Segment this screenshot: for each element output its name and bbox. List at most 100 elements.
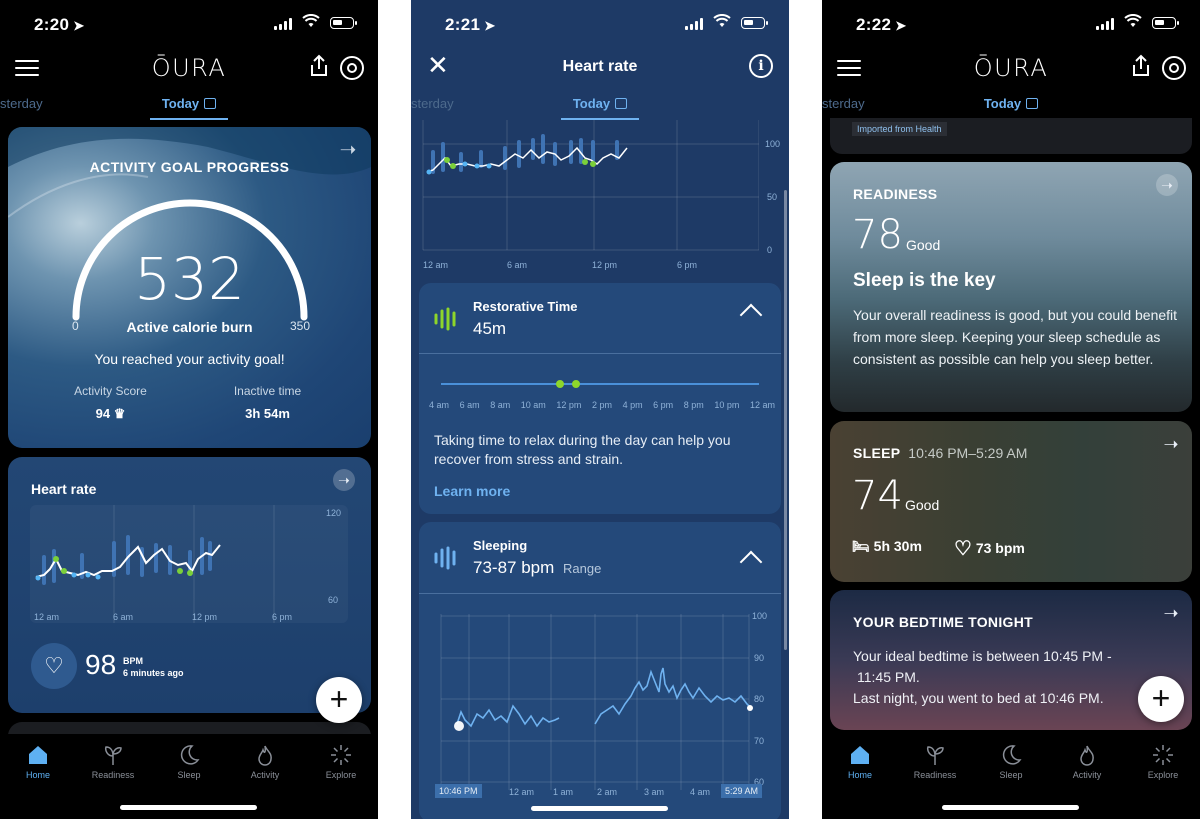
hr-x-tick: 6 pm bbox=[272, 612, 293, 622]
sleeping-label: Sleeping bbox=[473, 538, 528, 553]
inactive-time-value: 3h 54m bbox=[245, 406, 290, 421]
sprout-icon bbox=[927, 746, 944, 765]
battery-icon bbox=[330, 17, 357, 29]
moon-icon bbox=[180, 745, 200, 765]
sprout-icon bbox=[105, 746, 122, 765]
add-button[interactable]: + bbox=[1138, 676, 1184, 722]
heart-rate-card[interactable]: ➝ Heart rate 120 60 12 am 6 am 12 pm 6 p… bbox=[8, 457, 371, 713]
sleep-header: SLEEP 10:46 PM–5:29 AM bbox=[853, 445, 1028, 461]
heart-rate-mini-chart bbox=[30, 505, 348, 623]
top-bar: ✕ Heart rate i bbox=[411, 48, 789, 88]
nav-activity[interactable]: Activity bbox=[235, 744, 295, 780]
date-tabs: sterday Today bbox=[0, 92, 378, 120]
tab-yesterday[interactable]: sterday bbox=[411, 96, 454, 111]
share-icon[interactable] bbox=[308, 54, 330, 78]
timeline-tick: 12 pm bbox=[556, 400, 582, 410]
explore-icon bbox=[1153, 745, 1173, 765]
sleep-x-tick: 12 am bbox=[509, 787, 535, 797]
restorative-time-card: Restorative Time 45m 4 am 6 am 8 am 10 a… bbox=[419, 283, 781, 514]
heart-icon: ♡ bbox=[954, 538, 972, 560]
heart-icon: ♡ bbox=[44, 653, 64, 678]
timeline-tick: 2 pm bbox=[591, 400, 612, 410]
tab-today[interactable]: Today bbox=[972, 96, 1050, 111]
collapse-chevron-icon[interactable] bbox=[739, 303, 763, 327]
sleeping-hr-chart bbox=[440, 614, 753, 790]
nav-sleep[interactable]: Sleep bbox=[159, 744, 219, 780]
tab-yesterday[interactable]: sterday bbox=[822, 96, 865, 111]
nav-explore[interactable]: Explore bbox=[311, 744, 371, 780]
moon-icon bbox=[1002, 745, 1022, 765]
share-icon[interactable] bbox=[1130, 54, 1152, 78]
calendar-icon bbox=[204, 98, 217, 109]
open-heart-rate-arrow-icon[interactable]: ➝ bbox=[333, 469, 355, 491]
hr-x-tick: 12 am bbox=[34, 612, 60, 622]
heart-rate-mini-svg bbox=[35, 505, 275, 623]
sleep-card[interactable]: ➝ SLEEP 10:46 PM–5:29 AM 74 Good 🛏︎ 5h 3… bbox=[830, 421, 1192, 582]
nav-readiness[interactable]: Readiness bbox=[83, 744, 143, 780]
day-y-tick: 0 bbox=[767, 245, 773, 255]
nav-activity[interactable]: Activity bbox=[1057, 744, 1117, 780]
day-x-tick: 6 pm bbox=[677, 260, 698, 270]
hr-y-tick-low: 60 bbox=[328, 595, 339, 605]
goal-message: You reached your activity goal! bbox=[94, 351, 285, 367]
tab-today[interactable]: Today bbox=[150, 96, 228, 111]
bedtime-card[interactable]: ➝ YOUR BEDTIME TONIGHT Your ideal bedtim… bbox=[830, 590, 1192, 730]
open-readiness-arrow-icon[interactable]: ➝ bbox=[1156, 174, 1178, 196]
add-button[interactable]: + bbox=[316, 677, 362, 723]
date-tabs: sterday Today bbox=[822, 92, 1200, 120]
activity-title: ACTIVITY GOAL PROGRESS bbox=[89, 159, 290, 175]
readiness-score: 78 bbox=[852, 212, 903, 258]
nav-sleep[interactable]: Sleep bbox=[981, 744, 1041, 780]
wifi-icon bbox=[713, 14, 731, 27]
sleep-start-label: 10:46 PM bbox=[435, 784, 482, 798]
sleep-y-tick: 70 bbox=[754, 736, 765, 746]
bed-icon: 🛏︎ bbox=[852, 538, 870, 554]
info-icon[interactable]: i bbox=[749, 54, 773, 78]
ring-status-icon[interactable] bbox=[340, 56, 364, 80]
status-time: 2:20 ➤ bbox=[34, 15, 85, 34]
date-tabs: sterday Today bbox=[411, 92, 789, 120]
timeline-tick: 10 am bbox=[520, 400, 546, 410]
timeline-tick: 10 pm bbox=[714, 400, 740, 410]
nav-readiness[interactable]: Readiness bbox=[905, 744, 965, 780]
day-y-tick: 50 bbox=[767, 192, 778, 202]
crown-icon: ♛ bbox=[113, 406, 126, 421]
open-activity-arrow-icon[interactable]: ➝ bbox=[337, 139, 359, 161]
battery-icon bbox=[1152, 17, 1179, 29]
nav-explore[interactable]: Explore bbox=[1133, 744, 1193, 780]
explore-icon bbox=[331, 745, 351, 765]
activity-goal-card[interactable]: ➝ ACTIVITY GOAL PROGRESS 0 350 532 Activ… bbox=[8, 127, 371, 448]
tab-today[interactable]: Today bbox=[561, 96, 639, 111]
screen-heart-rate-detail: 2:21 ➤ ✕ Heart rate i sterday Today 100 5… bbox=[411, 0, 789, 819]
cellular-signal-icon bbox=[274, 18, 292, 30]
readiness-card[interactable]: ➝ READINESS 78 Good Sleep is the key You… bbox=[830, 162, 1192, 412]
home-indicator bbox=[120, 805, 257, 810]
day-chart-svg bbox=[422, 120, 760, 251]
divider bbox=[419, 353, 781, 354]
restorative-label: Restorative Time bbox=[473, 299, 578, 314]
ring-status-icon[interactable] bbox=[1162, 56, 1186, 80]
heart-rate-day-chart bbox=[419, 120, 760, 255]
sleep-x-tick: 3 am bbox=[644, 787, 665, 797]
timeline-tick: 4 am bbox=[429, 400, 450, 410]
day-x-tick: 12 am bbox=[423, 260, 449, 270]
bpm-value: 98 bbox=[85, 649, 117, 680]
calendar-icon bbox=[1026, 98, 1039, 109]
timeline-tick: 4 pm bbox=[622, 400, 643, 410]
open-bedtime-arrow-icon[interactable]: ➝ bbox=[1160, 602, 1182, 624]
collapse-chevron-icon[interactable] bbox=[739, 550, 763, 574]
wifi-icon bbox=[1124, 14, 1142, 27]
learn-more-link[interactable]: Learn more bbox=[434, 483, 510, 499]
open-sleep-arrow-icon[interactable]: ➝ bbox=[1160, 433, 1182, 455]
sleep-y-tick: 80 bbox=[754, 694, 765, 704]
home-indicator bbox=[531, 806, 668, 811]
status-time: 2:21 ➤ bbox=[445, 15, 496, 34]
readiness-body: Your overall readiness is good, but you … bbox=[853, 307, 1178, 367]
sleep-x-tick: 4 am bbox=[690, 787, 711, 797]
nav-home[interactable]: Home bbox=[8, 744, 68, 780]
nav-home[interactable]: Home bbox=[830, 744, 890, 780]
restorative-dot bbox=[572, 380, 580, 388]
sleep-hr: ♡ 73 bpm bbox=[954, 538, 1025, 560]
sleep-y-tick: 90 bbox=[754, 653, 765, 663]
tab-yesterday[interactable]: sterday bbox=[0, 96, 43, 111]
